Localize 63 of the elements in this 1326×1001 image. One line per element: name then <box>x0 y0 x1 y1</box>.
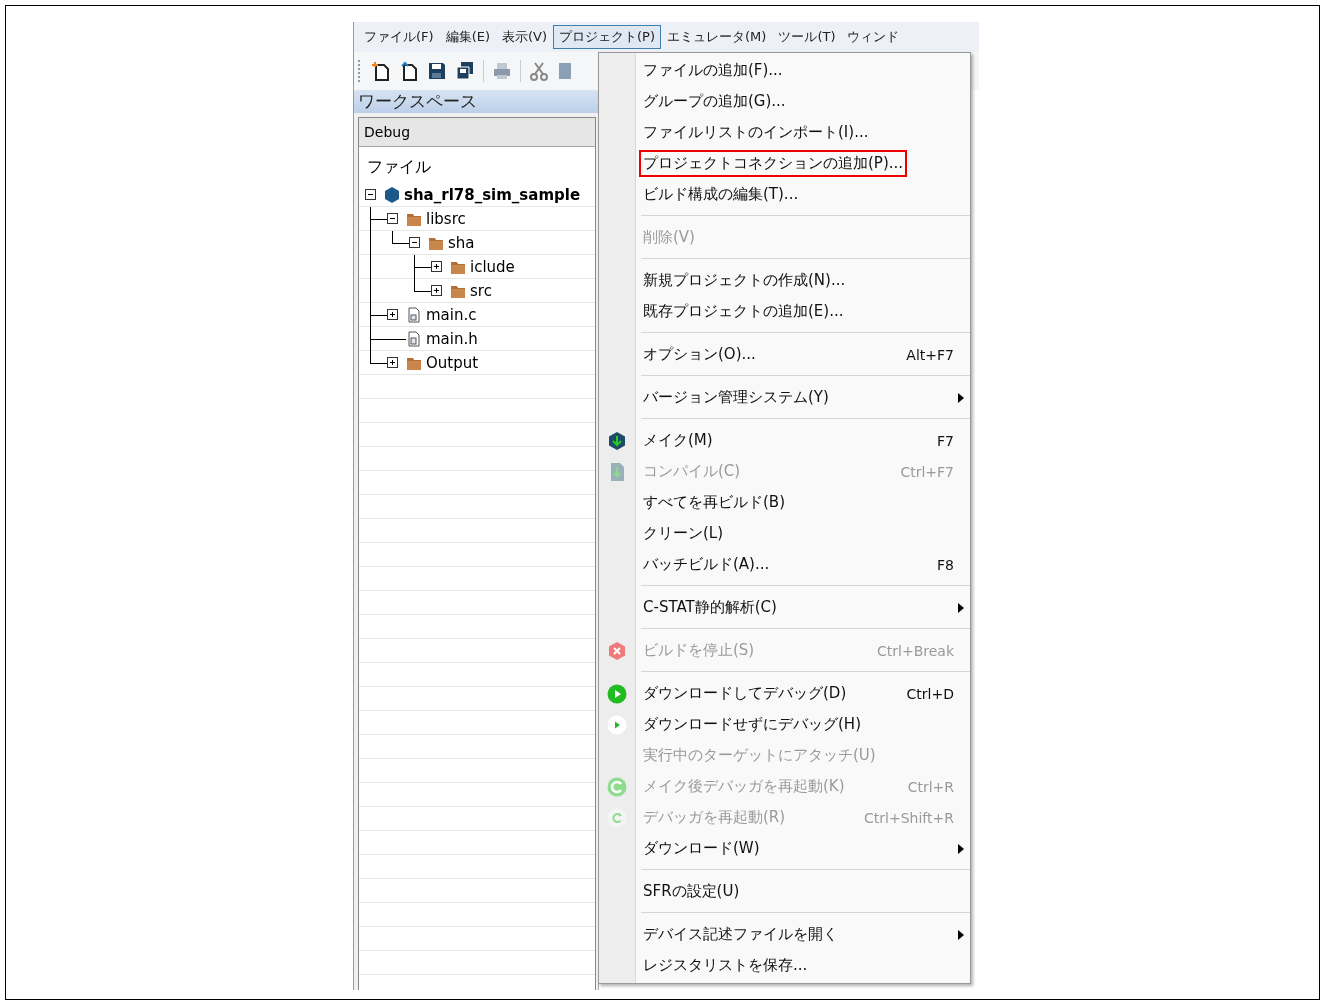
menu-item[interactable]: クリーン(L) <box>599 518 970 549</box>
submenu-arrow-icon <box>958 929 964 940</box>
expand-icon[interactable] <box>387 357 398 368</box>
menu-item[interactable]: ビルド構成の編集(T)... <box>599 179 970 210</box>
expand-icon[interactable] <box>387 309 398 320</box>
menu-item[interactable]: デバイス記述ファイルを開く <box>599 919 970 950</box>
menu-bar-item[interactable]: 表示(V) <box>496 25 554 49</box>
submenu-arrow-icon <box>958 602 964 613</box>
menu-bar-item[interactable]: エミュレータ(M) <box>661 25 773 49</box>
tree-item[interactable]: sha_rl78_sim_sample <box>404 185 581 204</box>
scissors-icon[interactable] <box>529 61 549 81</box>
tree-item[interactable]: main.h <box>426 329 478 348</box>
configuration-dropdown[interactable]: Debug <box>359 118 595 147</box>
menu-item[interactable]: ダウンロードしてデバッグ(D) Ctrl+D <box>599 678 970 709</box>
panel-title: ワークスペース <box>354 90 598 113</box>
tree-item[interactable]: src <box>470 281 492 300</box>
tree-item[interactable]: libsrc <box>426 209 466 228</box>
menu-item[interactable]: 新規プロジェクトの作成(N)... <box>599 265 970 296</box>
menu-item[interactable]: レジスタリストを保存... <box>599 950 970 981</box>
menu-bar-item[interactable]: ウィンド <box>841 25 906 49</box>
hexagon-icon <box>384 186 400 203</box>
collapse-icon[interactable] <box>387 213 398 224</box>
submenu-arrow-icon <box>958 843 964 854</box>
file-arrow-icon[interactable] <box>399 61 419 81</box>
tree-item[interactable]: iclude <box>470 257 515 276</box>
save-all-icon[interactable] <box>455 61 475 81</box>
play-icon <box>607 714 627 735</box>
menu-item[interactable]: ファイルリストのインポート(I)... <box>599 117 970 148</box>
hexagon-x-icon <box>607 640 627 661</box>
menu-bar-item[interactable]: ファイル(F) <box>358 25 440 49</box>
hexagon-arrow-icon <box>607 430 627 451</box>
tree-item[interactable]: main.c <box>426 305 477 324</box>
menu-item[interactable]: 既存プロジェクトの追加(E)... <box>599 296 970 327</box>
file-icon <box>406 330 422 347</box>
menu-item[interactable]: ダウンロードせずにデバッグ(H) <box>599 709 970 740</box>
menu-item[interactable]: オプション(O)... Alt+F7 <box>599 339 970 370</box>
save-icon[interactable] <box>427 61 447 81</box>
tree-item[interactable]: sha <box>448 233 475 252</box>
collapse-icon[interactable] <box>365 189 376 200</box>
refresh-icon <box>607 807 627 828</box>
toolbar-grip <box>358 60 363 82</box>
menu-item[interactable]: メイク(M) F7 <box>599 425 970 456</box>
new-file-icon[interactable] <box>371 61 391 81</box>
collapse-icon[interactable] <box>409 237 420 248</box>
menu-item[interactable]: バージョン管理システム(Y) <box>599 382 970 413</box>
menu-item[interactable]: SFRの設定(U) <box>599 876 970 907</box>
menu-item[interactable]: グループの追加(G)... <box>599 86 970 117</box>
menu-bar-item[interactable]: 編集(E) <box>439 25 496 49</box>
menu-bar-item[interactable]: プロジェクト(P) <box>553 25 661 49</box>
expand-icon[interactable] <box>431 285 442 296</box>
submenu-arrow-icon <box>958 392 964 403</box>
printer-icon[interactable] <box>492 61 512 81</box>
refresh-icon <box>607 776 627 797</box>
menu-item[interactable]: ダウンロード(W) <box>599 833 970 864</box>
menu-item[interactable]: すべてを再ビルド(B) <box>599 487 970 518</box>
menu-item[interactable]: C-STAT静的解析(C) <box>599 592 970 623</box>
file-icon <box>406 306 422 323</box>
menu-bar-item[interactable]: ツール(T) <box>772 25 842 49</box>
play-icon <box>607 683 627 704</box>
expand-icon[interactable] <box>431 261 442 272</box>
menu-item[interactable]: バッチビルド(A)... F8 <box>599 549 970 580</box>
column-header: ファイル <box>366 156 432 178</box>
tree-item[interactable]: Output <box>426 353 479 372</box>
